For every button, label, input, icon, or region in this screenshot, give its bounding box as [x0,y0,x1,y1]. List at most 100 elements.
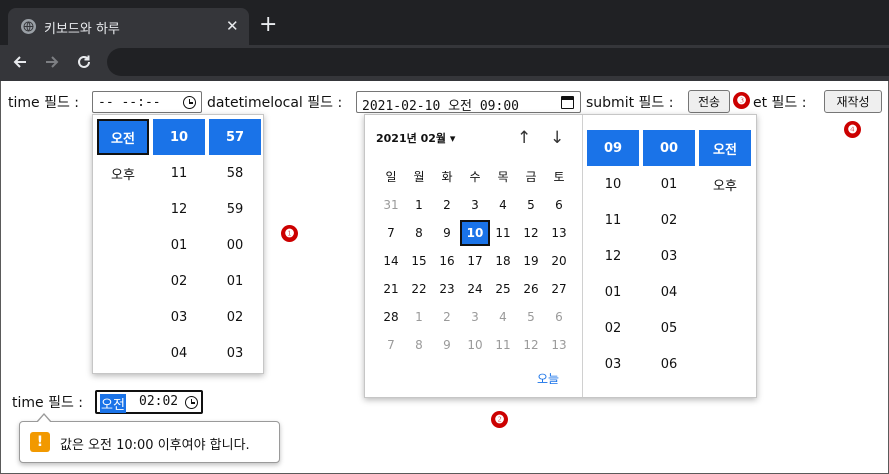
month-year-selector[interactable]: 2021년 02월 ▾ [376,130,455,146]
time2-input[interactable]: 오전 02:02 [95,390,203,414]
today-button[interactable]: 오늘 [537,370,559,387]
hour-option[interactable]: 01 [153,227,205,263]
reload-icon[interactable] [72,50,96,74]
calendar-day[interactable]: 22 [405,277,433,301]
calendar-day[interactable]: 13 [545,333,573,357]
up-arrow-icon[interactable]: ↑ [517,128,531,148]
dt-hour-option[interactable]: 12 [587,238,639,274]
calendar-day[interactable]: 6 [545,305,573,329]
datetimelocal-input[interactable]: 2021-02-10 오전 09:00 [356,91,581,114]
warning-icon: ! [30,432,50,452]
dt-hour-option[interactable]: 03 [587,346,639,382]
clock-icon[interactable] [183,96,196,109]
hour-option[interactable]: 03 [153,299,205,335]
dt-minute-option[interactable]: 06 [643,346,695,382]
calendar-day[interactable]: 24 [461,277,489,301]
hour-option[interactable]: 02 [153,263,205,299]
down-arrow-icon[interactable]: ↓ [550,128,564,148]
calendar-day[interactable]: 9 [433,333,461,357]
submit-button[interactable]: 전송 [688,90,730,113]
dt-ampm-option[interactable]: 오후 [699,166,751,202]
calendar-day[interactable]: 4 [489,305,517,329]
dt-minute-option[interactable]: 00 [643,130,695,166]
calendar-day[interactable]: 6 [545,193,573,217]
calendar-day[interactable]: 8 [405,221,433,245]
minute-option[interactable]: 59 [209,191,261,227]
minute-option[interactable]: 01 [209,263,261,299]
calendar-day[interactable]: 1 [405,305,433,329]
address-bar[interactable] [107,48,889,76]
calendar-day[interactable]: 17 [461,249,489,273]
calendar-day[interactable]: 2 [433,193,461,217]
browser-tab[interactable]: 키보드와 하루 ✕ [8,8,249,45]
clock-icon[interactable] [185,396,198,409]
time2-ampm-segment[interactable]: 오전 [100,394,126,413]
calendar-day[interactable]: 14 [377,249,405,273]
calendar-day[interactable]: 16 [433,249,461,273]
dt-hour-option[interactable]: 10 [587,166,639,202]
minute-option[interactable]: 03 [209,335,261,371]
calendar-day[interactable]: 2 [433,305,461,329]
ampm-option[interactable]: 오후 [97,155,149,191]
dt-minute-option[interactable]: 03 [643,238,695,274]
marker-2: ❷ [491,411,508,428]
calendar-day[interactable]: 26 [517,277,545,301]
hour-option[interactable]: 10 [153,119,205,155]
calendar-day[interactable]: 27 [545,277,573,301]
minute-option[interactable]: 58 [209,155,261,191]
calendar-day[interactable]: 18 [489,249,517,273]
calendar-day[interactable]: 12 [517,333,545,357]
calendar-day[interactable]: 5 [517,305,545,329]
dt-minute-option[interactable]: 05 [643,310,695,346]
calendar-day[interactable]: 19 [517,249,545,273]
calendar-day[interactable]: 10 [460,220,490,246]
calendar-day[interactable]: 8 [405,333,433,357]
calendar-day[interactable]: 3 [461,305,489,329]
hour-option[interactable]: 11 [153,155,205,191]
calendar-day[interactable]: 13 [545,221,573,245]
minute-option[interactable]: 00 [209,227,261,263]
calendar-day[interactable]: 7 [377,333,405,357]
dt-hour-option[interactable]: 09 [587,130,639,166]
reset-button[interactable]: 재작성 [824,90,882,113]
datetimelocal-input-value: 2021-02-10 오전 09:00 [362,99,519,114]
calendar-day[interactable]: 10 [461,333,489,357]
calendar-day[interactable]: 1 [405,193,433,217]
calendar-day[interactable]: 20 [545,249,573,273]
forward-arrow-icon[interactable] [40,50,64,74]
dt-hour-option[interactable]: 02 [587,310,639,346]
calendar-day[interactable]: 12 [517,221,545,245]
calendar-day[interactable]: 28 [377,305,405,329]
minute-option[interactable]: 57 [209,119,261,155]
minute-option[interactable]: 02 [209,299,261,335]
calendar-day[interactable]: 15 [405,249,433,273]
dt-minute-option[interactable]: 04 [643,274,695,310]
hour-option[interactable]: 12 [153,191,205,227]
close-icon[interactable]: ✕ [226,17,239,35]
new-tab-button[interactable]: + [259,14,277,36]
calendar-day[interactable]: 31 [377,193,405,217]
time-input[interactable]: -- --:-- [92,91,202,113]
calendar-day[interactable]: 4 [489,193,517,217]
dt-minute-option[interactable]: 02 [643,202,695,238]
calendar-day[interactable]: 11 [489,221,517,245]
calendar-day[interactable]: 11 [489,333,517,357]
calendar-day[interactable]: 7 [377,221,405,245]
page-content: time 필드 : -- --:-- datetimelocal 필드 : 20… [0,81,889,474]
validation-message: 값은 오전 10:00 이후여야 합니다. [60,438,250,453]
time2-field-label: time 필드 : [12,395,84,411]
dt-ampm-option[interactable]: 오전 [699,130,751,166]
calendar-day[interactable]: 9 [433,221,461,245]
calendar-icon[interactable] [561,96,574,109]
back-arrow-icon[interactable] [8,50,32,74]
calendar-day[interactable]: 23 [433,277,461,301]
dt-hour-option[interactable]: 01 [587,274,639,310]
dt-minute-option[interactable]: 01 [643,166,695,202]
hour-option[interactable]: 04 [153,335,205,371]
calendar-day[interactable]: 25 [489,277,517,301]
dt-hour-option[interactable]: 11 [587,202,639,238]
ampm-option[interactable]: 오전 [97,119,149,155]
calendar-day[interactable]: 5 [517,193,545,217]
calendar-day[interactable]: 3 [461,193,489,217]
calendar-day[interactable]: 21 [377,277,405,301]
